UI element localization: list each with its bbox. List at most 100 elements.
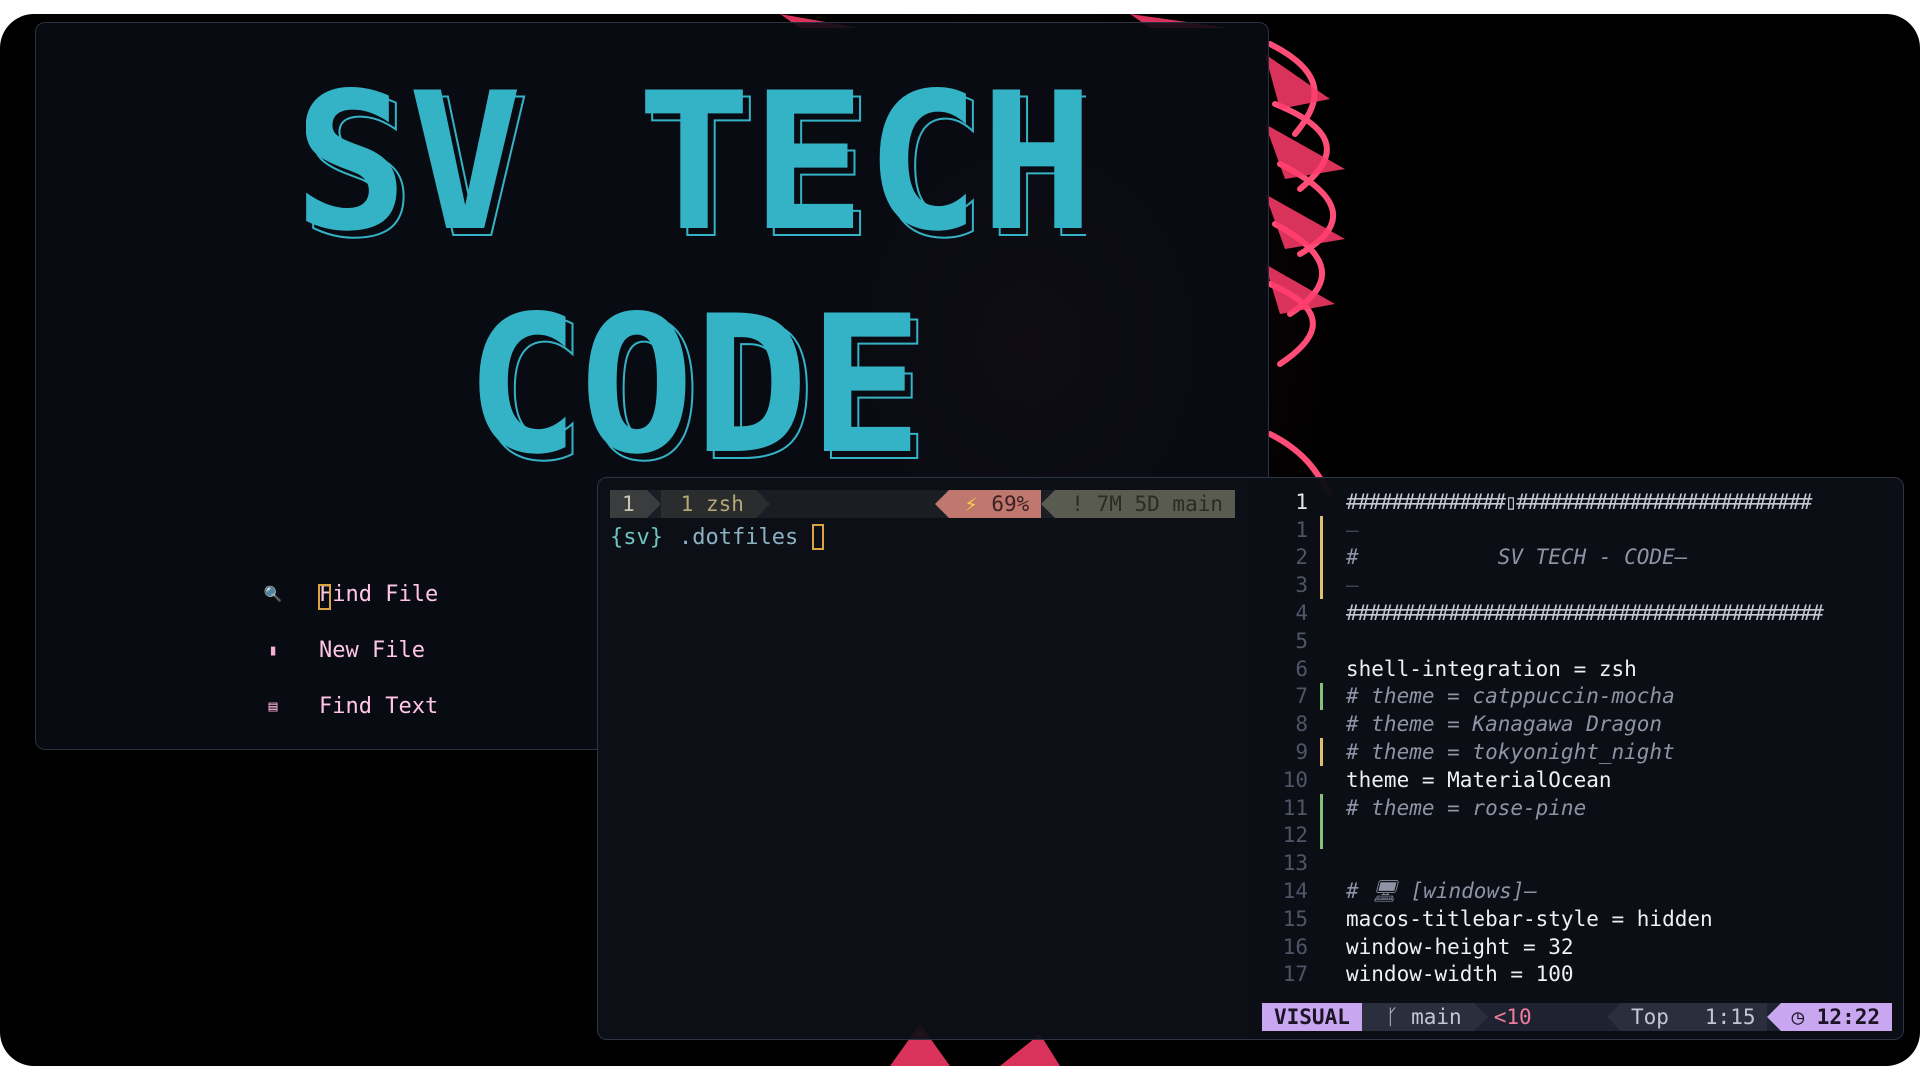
editor-pane[interactable]: 1 ##############▯########################… — [1250, 478, 1903, 1039]
clock: ◷ 12:22 — [1767, 1003, 1892, 1031]
terminal-window[interactable]: 1 1 zsh ⚡ 69% ! 7M 5D main {sv} .dotfile… — [597, 477, 1904, 1040]
desktop: SV TECH CODE SV TECH CODE 🔍 Find File ▮ … — [0, 14, 1920, 1066]
branch-name: main — [1411, 1005, 1462, 1029]
line-number: 6 — [1295, 656, 1308, 681]
line-number: 8 — [1295, 712, 1308, 737]
code-line[interactable]: 4 #######################################… — [1250, 599, 1903, 627]
find-file-button[interactable]: 🔍 Find File — [251, 566, 438, 622]
line-number: 17 — [1282, 962, 1308, 987]
battery-value: 69% — [991, 492, 1030, 516]
code-line[interactable]: 2 # SV TECH - CODE– — [1250, 543, 1903, 572]
code-line[interactable]: 1– — [1250, 515, 1903, 544]
clock-time: 12:22 — [1816, 1005, 1880, 1029]
line-number: 3 — [1295, 573, 1308, 598]
code-line[interactable]: 5 — [1250, 627, 1903, 655]
line-number: 11 — [1282, 795, 1308, 820]
line-number: 4 — [1295, 601, 1308, 626]
line-text: # SV TECH - CODE– — [1346, 545, 1688, 570]
line-text: macos-titlebar-style = hidden — [1346, 906, 1713, 931]
code-line[interactable]: 10 theme = MaterialOcean — [1250, 766, 1903, 794]
code-line[interactable]: 1 ##############▯########################… — [1250, 488, 1903, 516]
code-line[interactable]: 3– — [1250, 571, 1903, 600]
code-line[interactable]: 16 window-height = 32 — [1250, 933, 1903, 961]
prompt-directory: .dotfiles — [678, 524, 799, 550]
branch-icon: ᚴ — [1385, 1005, 1412, 1029]
line-text: # theme = Kanagawa Dragon — [1346, 712, 1663, 737]
code-line[interactable]: 11 # theme = rose-pine — [1250, 793, 1903, 822]
line-number: 7 — [1295, 684, 1308, 709]
sign-column — [1320, 961, 1324, 989]
code-line[interactable]: 14 # 🖥 [windows]– — [1250, 877, 1903, 905]
code-line[interactable]: 9 # theme = tokyonight_night — [1250, 738, 1903, 766]
sign-column — [1320, 849, 1324, 877]
tmux-window-tab[interactable]: 1 zsh — [660, 490, 771, 518]
line-text: # theme = rose-pine — [1346, 795, 1587, 820]
clock-icon: ◷ — [1791, 1005, 1817, 1029]
code-line[interactable]: 15 macos-titlebar-style = hidden — [1250, 905, 1903, 933]
line-number: 2 — [1295, 545, 1308, 570]
line-number: 13 — [1282, 851, 1308, 876]
sign-column — [1320, 905, 1324, 933]
code-line[interactable]: 7 # theme = catppuccin-mocha — [1250, 682, 1903, 711]
git-sign-green — [1320, 682, 1324, 711]
git-sign-yellow — [1320, 515, 1324, 544]
line-col: 1:15 — [1704, 1005, 1756, 1029]
git-sign-green — [1320, 821, 1324, 850]
shell-prompt[interactable]: {sv} .dotfiles — [610, 524, 1235, 550]
git-sign-yellow — [1320, 543, 1324, 572]
tmux-session-index[interactable]: 1 — [610, 490, 661, 518]
line-text: ########################################… — [1346, 601, 1824, 626]
menu-label: Find File — [318, 582, 438, 610]
diagnostics: <10 — [1493, 1005, 1532, 1029]
cursor — [318, 583, 331, 610]
line-text: # theme = catppuccin-mocha — [1346, 684, 1675, 709]
code-line[interactable]: 6 shell-integration = zsh — [1250, 655, 1903, 683]
code-line[interactable]: 17 window-width = 100 — [1250, 961, 1903, 989]
sign-column — [1320, 599, 1324, 627]
line-text: window-width = 100 — [1346, 962, 1574, 987]
line-number: 10 — [1282, 767, 1308, 792]
git-branch: ᚴ main — [1361, 1003, 1488, 1031]
battery-indicator: ⚡ 69% — [934, 490, 1042, 518]
line-number: 16 — [1282, 934, 1308, 959]
line-number: 1 — [1295, 489, 1308, 514]
text-icon: ▤ — [268, 697, 278, 715]
sign-column — [1320, 933, 1324, 961]
line-number: 12 — [1282, 823, 1308, 848]
git-sign-green — [1320, 793, 1324, 822]
ascii-logo: SV TECH CODE SV TECH CODE — [306, 63, 1086, 483]
prompt-user: {sv} — [610, 524, 663, 550]
new-file-button[interactable]: ▮ New File — [251, 622, 438, 678]
line-text: window-height = 32 — [1346, 934, 1574, 959]
search-icon: 🔍 — [263, 585, 283, 603]
file-icon: ▮ — [268, 641, 278, 659]
line-text: – — [1346, 573, 1359, 598]
line-text: # 🖥 [windows]– — [1346, 878, 1538, 903]
code-line[interactable]: 8 # theme = Kanagawa Dragon — [1250, 710, 1903, 738]
lightning-icon: ⚡ — [964, 492, 978, 516]
git-sign-yellow — [1320, 738, 1324, 766]
line-number: 1 — [1295, 517, 1308, 542]
dashboard-menu: 🔍 Find File ▮ New File ▤ Find Text — [251, 566, 439, 734]
line-number: 5 — [1295, 628, 1308, 653]
tmux-status-bar: 1 1 zsh ⚡ 69% ! 7M 5D main — [610, 490, 1235, 518]
editor-statusline: VISUAL ᚴ main <10 Top 1:15 ◷ 12:22 — [1262, 1003, 1892, 1031]
code-line[interactable]: 12 — [1250, 821, 1903, 850]
logo-line-1: SV TECH — [306, 63, 1086, 273]
logo-line-2: CODE — [465, 275, 923, 483]
sign-column — [1320, 627, 1324, 655]
sign-column — [1320, 710, 1324, 738]
git-status: ! 7M 5D main — [1041, 490, 1235, 518]
line-number: 14 — [1282, 879, 1308, 904]
code-line[interactable]: 13 — [1250, 849, 1903, 877]
code-buffer[interactable]: 1 ##############▯########################… — [1250, 488, 1903, 988]
find-text-button[interactable]: ▤ Find Text — [251, 678, 438, 734]
cursor-position: Top 1:15 — [1607, 1003, 1768, 1031]
git-sign-yellow — [1320, 571, 1324, 600]
new-file-label: New File — [319, 637, 425, 663]
line-text: # theme = tokyonight_night — [1346, 740, 1675, 765]
terminal-cursor — [812, 524, 825, 550]
line-number: 15 — [1282, 906, 1308, 931]
shell-pane[interactable]: 1 1 zsh ⚡ 69% ! 7M 5D main {sv} .dotfile… — [610, 490, 1235, 1020]
line-text: ##############▯#########################… — [1346, 489, 1812, 514]
